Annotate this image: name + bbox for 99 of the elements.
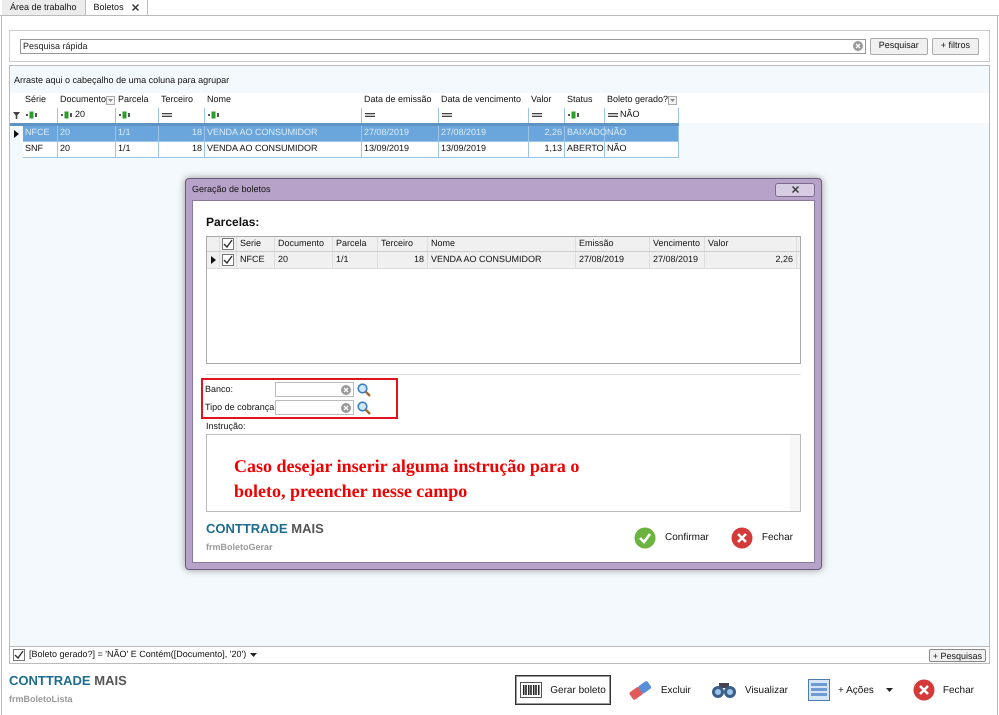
column-header[interactable]: Nome — [428, 237, 576, 251]
brand-logo: CONTTRADE MAIS — [206, 522, 324, 534]
table-cell: VENDA AO CONSUMIDOR — [205, 142, 362, 158]
equals-filter-icon — [442, 112, 452, 118]
equals-filter-icon — [365, 112, 375, 118]
column-header[interactable]: Emissão — [576, 237, 650, 251]
table-cell: ABERTO — [565, 142, 605, 158]
equals-filter-icon — [162, 112, 172, 118]
toolbar-button[interactable]: Excluir — [622, 675, 695, 705]
table-cell: 13/09/2019 — [439, 142, 529, 158]
column-header[interactable]: Data de emissão — [362, 92, 439, 108]
column-header[interactable]: Documento — [58, 92, 116, 108]
close-button[interactable] — [775, 182, 815, 196]
close-icon — [730, 526, 753, 549]
toolbar-button[interactable]: Visualizar — [706, 675, 792, 705]
close-icon[interactable] — [132, 4, 139, 11]
window-title: Geração de boletos — [192, 182, 272, 196]
checkbox[interactable] — [222, 238, 234, 250]
toolbar-button[interactable]: Gerar boleto — [515, 675, 611, 705]
equals-filter-icon — [532, 112, 542, 118]
dialog-button[interactable]: Confirmar — [634, 526, 717, 549]
section-title: Parcelas: — [206, 214, 260, 231]
contains-filter-icon — [26, 111, 38, 119]
close-icon — [912, 679, 935, 701]
search-icon[interactable] — [357, 400, 371, 414]
search-icon[interactable] — [357, 382, 371, 396]
form-name: frmBoletoLista — [9, 692, 74, 706]
table-cell: NFCE — [237, 252, 275, 268]
table-row[interactable]: SNF 20 1/1 18 VENDA AO CONSUMIDOR 13/09/2019 13/09/2019 1,13 ABERTO NÃO — [23, 142, 679, 158]
table-cell: 27/08/2019 — [576, 252, 650, 268]
search-field[interactable]: Pesquisa rápida — [20, 38, 866, 54]
table-cell: VENDA AO CONSUMIDOR — [428, 252, 576, 268]
binoculars-icon — [710, 681, 737, 699]
contains-filter-icon — [119, 111, 131, 119]
field-label: Instrução: — [206, 420, 247, 433]
column-header[interactable]: Data de vencimento — [439, 92, 529, 108]
row-indicator-icon — [14, 130, 19, 138]
clear-icon[interactable] — [341, 402, 351, 412]
brand-logo: CONTTRADE MAIS — [9, 674, 127, 687]
column-header[interactable]: Boleto gerado? — [605, 92, 679, 108]
column-header[interactable]: Serie — [237, 237, 275, 251]
table-cell: 20 — [275, 252, 333, 268]
column-header[interactable]: Status — [565, 92, 605, 108]
equals-filter-icon — [608, 112, 618, 118]
form-name: frmBoletoGerar — [206, 540, 274, 554]
toolbar-button[interactable]: Fechar — [908, 675, 978, 705]
clear-icon[interactable] — [852, 40, 863, 50]
contains-filter-icon — [568, 111, 580, 119]
caret-icon — [886, 688, 893, 692]
searches-button[interactable]: + Pesquisas — [928, 648, 986, 662]
input-field[interactable] — [275, 382, 354, 397]
input-field[interactable] — [275, 400, 354, 415]
table-cell: NÃO — [605, 142, 679, 158]
table-cell: SNF — [23, 142, 58, 158]
dialog-button[interactable]: Fechar — [730, 526, 801, 549]
tab[interactable]: Área de trabalho — [2, 0, 86, 15]
column-header[interactable]: Série — [23, 92, 58, 108]
tab[interactable]: Boletos — [86, 0, 148, 15]
instruction-field[interactable]: Caso desejar inserir alguma instrução para o boleto, preencher nesse campo — [206, 434, 801, 512]
table-cell: 18 — [378, 252, 428, 268]
field-label: Tipo de cobrança: — [205, 400, 275, 414]
list-icon — [808, 679, 830, 701]
column-header[interactable]: Terceiro — [159, 92, 205, 108]
column-header[interactable]: Vencimento — [650, 237, 705, 251]
column-header[interactable]: Documento — [275, 237, 333, 251]
search-button[interactable]: Pesquisar — [870, 38, 928, 54]
caret-icon[interactable] — [250, 653, 258, 657]
column-header[interactable]: Parcela — [116, 92, 159, 108]
toolbar-button[interactable]: + Ações — [804, 675, 897, 705]
column-header[interactable]: Valor — [529, 92, 565, 108]
column-header[interactable]: Nome — [205, 92, 362, 108]
eraser-icon — [626, 680, 653, 700]
check-icon — [634, 526, 656, 549]
close-icon — [792, 186, 798, 193]
contains-filter-icon — [208, 111, 220, 119]
table-cell: 18 — [159, 142, 205, 158]
column-header[interactable]: Terceiro — [378, 237, 428, 251]
filter-row-icon — [13, 112, 20, 118]
group-hint: Arraste aqui o cabeçalho de uma coluna para agrupar — [14, 75, 230, 85]
table-cell: 1,13 — [529, 142, 565, 158]
table-cell: 2,26 — [705, 252, 797, 268]
table-cell: 20 — [58, 142, 116, 158]
filter-dropdown-icon[interactable] — [106, 96, 116, 104]
field-label: Banco: — [205, 382, 234, 396]
search-button[interactable]: + filtros — [932, 38, 979, 54]
contains-filter-icon — [61, 111, 73, 119]
column-header[interactable]: Parcela — [333, 237, 378, 251]
column-header[interactable]: Valor — [705, 237, 797, 251]
table-cell: 1/1 — [116, 142, 159, 158]
table-cell: 13/09/2019 — [362, 142, 439, 158]
checkbox[interactable] — [13, 649, 25, 661]
filter-expression: [Boleto gerado?] = 'NÃO' E Contém([Documento], '20') — [29, 648, 246, 662]
filter-dropdown-icon[interactable] — [668, 96, 678, 104]
clear-icon[interactable] — [341, 384, 351, 394]
barcode-icon — [520, 682, 542, 698]
table-cell: 1/1 — [333, 252, 378, 268]
table-cell: 27/08/2019 — [650, 252, 705, 268]
checkbox[interactable] — [222, 254, 234, 266]
row-indicator-icon — [210, 256, 216, 264]
